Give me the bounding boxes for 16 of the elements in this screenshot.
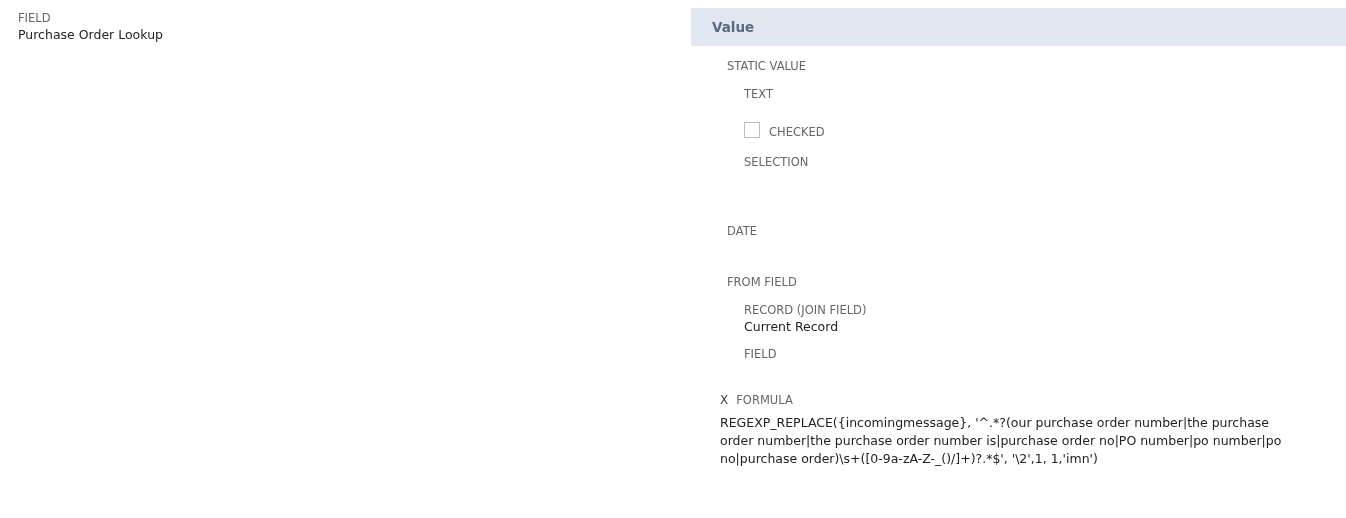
field-label: FIELD bbox=[744, 346, 777, 362]
text-label: TEXT bbox=[744, 86, 773, 102]
value-header: Value bbox=[691, 8, 1346, 46]
checkbox-label: CHECKED bbox=[769, 124, 825, 140]
field-value: Purchase Order Lookup bbox=[18, 26, 163, 44]
record-label: RECORD (JOIN FIELD) bbox=[744, 302, 867, 318]
date-label: DATE bbox=[727, 223, 757, 239]
formula-text: REGEXP_REPLACE({incomingmessage}, '^.*?(our purchase order number|the purchase order number|the purchase order number is|purchase order no|PO number|po number|po no|purchase order)\s+([0-9a-zA-Z-_()/]+)?.*$', '\2',1, 1,'imn') bbox=[720, 414, 1283, 468]
checkbox[interactable] bbox=[744, 122, 760, 138]
static-value-label: STATIC VALUE bbox=[727, 58, 807, 74]
record-value: Current Record bbox=[744, 318, 839, 336]
field-label: FIELD bbox=[18, 10, 51, 26]
selection-label: SELECTION bbox=[744, 154, 809, 170]
formula-label: FORMULA bbox=[736, 392, 793, 408]
from-field-label: FROM FIELD bbox=[727, 274, 797, 290]
formula-marker: X bbox=[720, 392, 729, 408]
